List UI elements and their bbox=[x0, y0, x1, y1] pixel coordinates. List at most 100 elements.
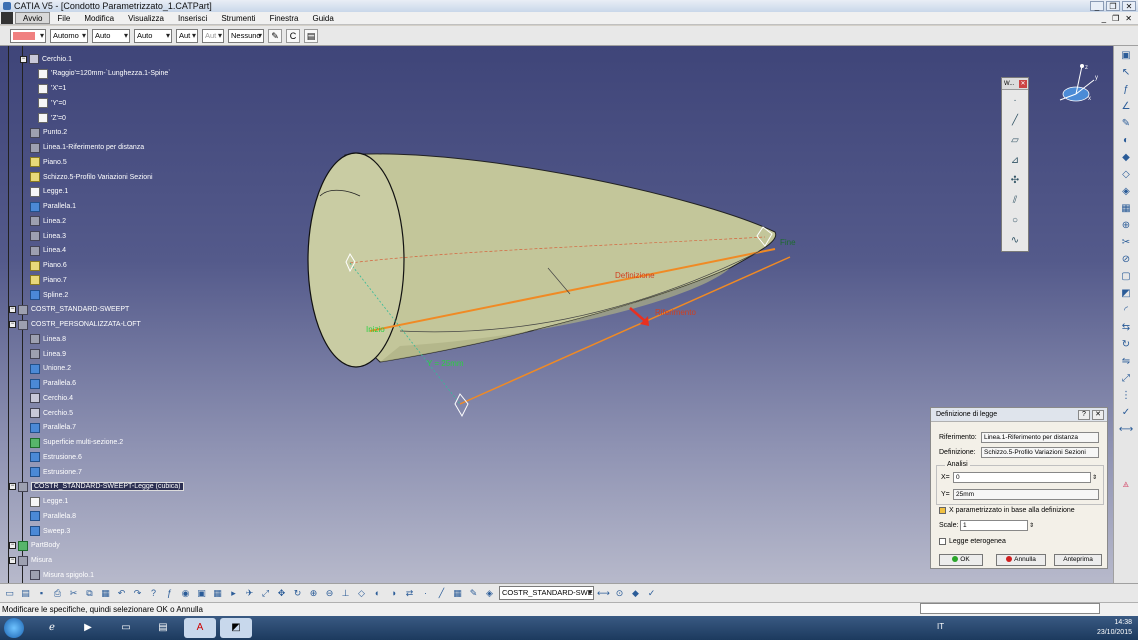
transparency-combo[interactable]: Automo bbox=[50, 28, 88, 43]
paintbrush-icon[interactable]: ✎ bbox=[268, 28, 282, 43]
heterogeneous-checkbox[interactable] bbox=[939, 538, 946, 545]
ie-icon[interactable]: ℯ bbox=[36, 618, 68, 638]
preview-button[interactable]: Anteprima bbox=[1054, 554, 1102, 566]
intersection-tool-icon[interactable]: ✣ bbox=[1006, 172, 1024, 190]
tree-node[interactable]: Parallela.6 bbox=[30, 378, 76, 390]
tree-node[interactable]: Piano.6 bbox=[30, 260, 67, 272]
tree-node[interactable]: Linea.3 bbox=[30, 230, 66, 242]
document-icon[interactable] bbox=[1, 12, 13, 24]
zoom-in-icon[interactable]: ⊕ bbox=[307, 587, 320, 600]
menu-strumenti[interactable]: Strumenti bbox=[214, 12, 262, 24]
symmetry-tool-icon[interactable]: ⇋ bbox=[1118, 354, 1134, 369]
tree-node[interactable]: − COSTR_STANDARD-SWEEPT bbox=[9, 304, 129, 316]
redo-icon[interactable]: ↷ bbox=[131, 587, 144, 600]
doc-close-button[interactable]: ✕ bbox=[1125, 12, 1132, 24]
tree-node[interactable]: Piano.5 bbox=[30, 156, 67, 168]
computer-icon[interactable]: ▭ bbox=[110, 618, 142, 638]
tree-node[interactable]: Legge.1 bbox=[30, 496, 68, 508]
expand-toggle-icon[interactable]: − bbox=[9, 542, 16, 550]
tree-node[interactable]: Piano.7 bbox=[30, 274, 67, 286]
normal-view-icon[interactable]: ⊥ bbox=[339, 587, 352, 600]
menu-visualizza[interactable]: Visualizza bbox=[121, 12, 171, 24]
geometrical-set-combo[interactable]: COSTR_STANDARD-SWEEP bbox=[499, 586, 594, 600]
swap-icon[interactable]: ⇄ bbox=[403, 587, 416, 600]
tree-node[interactable]: Cerchio.5 bbox=[30, 407, 73, 419]
knowledge-icon[interactable]: ◉ bbox=[179, 587, 192, 600]
tree-node[interactable]: Spline.2 bbox=[30, 289, 68, 301]
offset-tool-icon[interactable]: ▦ bbox=[1118, 201, 1134, 216]
tree-node[interactable]: Linea.8 bbox=[30, 333, 66, 345]
tree-node[interactable]: 'X'=1 bbox=[38, 83, 66, 95]
translate-tool-icon[interactable]: ⇆ bbox=[1118, 320, 1134, 335]
expand-toggle-icon[interactable]: − bbox=[20, 55, 27, 63]
open-icon[interactable]: ▤ bbox=[19, 587, 32, 600]
print-icon[interactable]: ⎙ bbox=[51, 587, 64, 600]
grid-icon[interactable]: ▦ bbox=[451, 587, 464, 600]
sketch-icon[interactable]: ✎ bbox=[467, 587, 480, 600]
measure-tool-icon[interactable]: ⟷ bbox=[1118, 422, 1134, 437]
pan-icon[interactable]: ✥ bbox=[275, 587, 288, 600]
tree-node[interactable]: Punto.2 bbox=[30, 127, 67, 139]
spline-tool-icon[interactable]: ∿ bbox=[1006, 232, 1024, 250]
media-player-icon[interactable]: ▶ bbox=[72, 618, 104, 638]
formula-icon[interactable]: ƒ bbox=[163, 587, 176, 600]
geoset-icon[interactable]: ◈ bbox=[483, 587, 496, 600]
trim-tool-icon[interactable]: ⊘ bbox=[1118, 252, 1134, 267]
riferimento-field[interactable]: Linea.1-Riferimento per distanza bbox=[981, 432, 1099, 443]
help-button[interactable]: ? bbox=[1078, 410, 1090, 420]
pattern-tool-icon[interactable]: ⋮ bbox=[1118, 388, 1134, 403]
join-tool-icon[interactable]: ⊕ bbox=[1118, 218, 1134, 233]
color-combo[interactable] bbox=[10, 28, 46, 43]
circle-tool-icon[interactable]: ○ bbox=[1006, 212, 1024, 230]
tree-node[interactable]: Estrusione.6 bbox=[30, 451, 82, 463]
menu-avvio[interactable]: Avvio bbox=[15, 12, 51, 24]
loft-tool-icon[interactable]: ◇ bbox=[1118, 167, 1134, 182]
tree-node[interactable]: 'Raggio'=120mm-`Lunghezza.1-Spine` bbox=[38, 68, 171, 80]
tree-node[interactable]: − COSTR_STANDARD-SWEEPT-Legge (cubica) bbox=[9, 481, 184, 493]
catia-taskbar-icon[interactable]: ◩ bbox=[220, 618, 252, 638]
close-window-button[interactable]: ✕ bbox=[1122, 1, 1136, 11]
tree-node[interactable]: Linea.2 bbox=[30, 215, 66, 227]
language-indicator[interactable]: IT bbox=[937, 622, 944, 631]
tree-node[interactable]: 'Y'=0 bbox=[38, 97, 66, 109]
menu-finestra[interactable]: Finestra bbox=[263, 12, 306, 24]
c-icon[interactable]: C bbox=[286, 28, 300, 43]
select-tool-icon[interactable]: ↖ bbox=[1118, 65, 1134, 80]
tree-node[interactable]: − Cerchio.1 bbox=[20, 53, 72, 65]
save-icon[interactable]: ▪ bbox=[35, 587, 48, 600]
apply-material-icon[interactable]: ◆ bbox=[629, 587, 642, 600]
wireframe-palette[interactable]: W... ✕ · ╱ ▱ ⊿ ✣ ⫽ ○ ∿ bbox=[1001, 77, 1029, 252]
tree-node[interactable]: − COSTR_PERSONALIZZATA-LOFT bbox=[9, 319, 141, 331]
rotate-icon[interactable]: ↻ bbox=[291, 587, 304, 600]
whats-this-icon[interactable]: ? bbox=[147, 587, 160, 600]
doc-minimize-button[interactable]: _ bbox=[1102, 12, 1106, 24]
tree-node[interactable]: Cerchio.4 bbox=[30, 392, 73, 404]
fill-tool-icon[interactable]: ◆ bbox=[1118, 150, 1134, 165]
inertia-icon[interactable]: ⊙ bbox=[613, 587, 626, 600]
parallel-tool-icon[interactable]: ⫽ bbox=[1006, 192, 1024, 210]
menu-guida[interactable]: Guida bbox=[305, 12, 340, 24]
boundary-tool-icon[interactable]: ▢ bbox=[1118, 269, 1134, 284]
tree-node[interactable]: Unione.2 bbox=[30, 363, 71, 375]
split-tool-icon[interactable]: ✂ bbox=[1118, 235, 1134, 250]
tree-node[interactable]: Misura spigolo.1 bbox=[30, 569, 94, 581]
expand-toggle-icon[interactable]: − bbox=[9, 483, 16, 491]
cancel-button[interactable]: Annulla bbox=[996, 554, 1046, 566]
tree-node[interactable]: Sweep.3 bbox=[30, 525, 70, 537]
menu-modifica[interactable]: Modifica bbox=[77, 12, 121, 24]
law-tool-icon[interactable]: ∠ bbox=[1118, 99, 1134, 114]
extract-tool-icon[interactable]: ◩ bbox=[1118, 286, 1134, 301]
tree-node[interactable]: Linea.9 bbox=[30, 348, 66, 360]
param-checkbox[interactable] bbox=[939, 507, 946, 514]
analysis-tool-icon[interactable]: ✓ bbox=[1118, 405, 1134, 420]
scale-tool-icon[interactable]: ⤢ bbox=[1118, 371, 1134, 386]
acrobat-icon[interactable]: A bbox=[184, 618, 216, 638]
expand-toggle-icon[interactable]: − bbox=[9, 321, 16, 328]
properties-icon[interactable]: ▤ bbox=[304, 28, 318, 43]
sweep-tool-icon[interactable]: ◐ bbox=[1118, 133, 1134, 148]
tree-node[interactable]: Parallela.7 bbox=[30, 422, 76, 434]
line-icon[interactable]: ╱ bbox=[435, 587, 448, 600]
linetype-combo[interactable]: Auto bbox=[92, 28, 130, 43]
minimize-button[interactable]: _ bbox=[1090, 1, 1104, 11]
tree-node[interactable]: Linea.1-Riferimento per distanza bbox=[30, 142, 144, 154]
